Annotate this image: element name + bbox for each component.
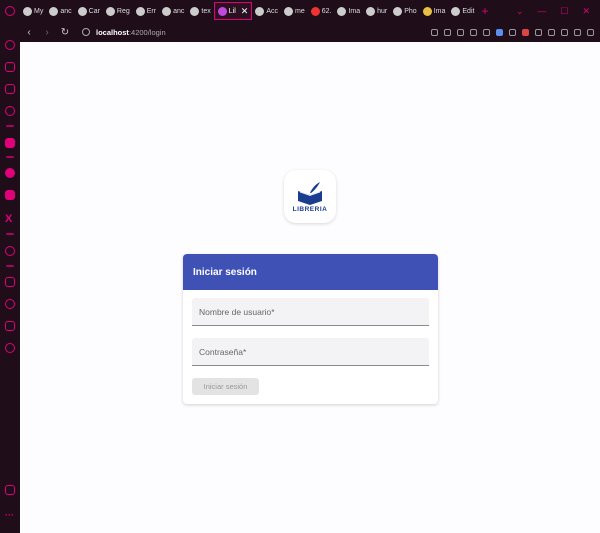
tab-15[interactable]: Ima	[420, 2, 449, 20]
download-icon[interactable]	[574, 28, 581, 36]
heart-icon[interactable]	[483, 28, 490, 36]
address-bar[interactable]: localhost:4200/login	[82, 28, 166, 37]
extension-icon[interactable]	[522, 28, 529, 36]
tinder-icon[interactable]	[5, 138, 15, 148]
url-path: :4200/login	[128, 27, 166, 37]
tab-1[interactable]: My	[20, 2, 46, 20]
tab-5[interactable]: Err	[133, 2, 159, 20]
site-icon	[337, 6, 347, 16]
github-icon	[162, 6, 172, 16]
site-icon	[310, 6, 320, 16]
tab-4[interactable]: Reg	[103, 2, 133, 20]
login-card: Iniciar sesión Iniciar sesión	[183, 254, 438, 404]
speed-dial-icon[interactable]	[5, 40, 15, 50]
maximize-icon[interactable]: ☐	[560, 6, 568, 17]
wallet-icon[interactable]	[5, 485, 15, 495]
browser-navigation-bar: ‹ › ↻ localhost:4200/login	[20, 22, 600, 42]
toolbar-icons	[431, 28, 600, 36]
site-icon	[283, 6, 293, 16]
tab-9[interactable]: Acc	[252, 2, 281, 20]
window-controls: ⌄ — ☐ ✕	[516, 6, 600, 17]
tab-13[interactable]: hur	[363, 2, 390, 20]
site-icon	[393, 6, 403, 16]
minimize-icon[interactable]: —	[537, 6, 546, 17]
instagram-icon[interactable]	[5, 190, 15, 200]
extension-icon[interactable]	[496, 28, 503, 36]
reload-button[interactable]: ↻	[56, 27, 74, 38]
play-icon[interactable]	[470, 28, 477, 36]
back-button[interactable]: ‹	[20, 27, 38, 38]
close-window-icon[interactable]: ✕	[582, 6, 590, 17]
page-viewport: LIBRERIA Iniciar sesión Iniciar sesión	[20, 42, 600, 533]
tab-11[interactable]: 62.	[308, 2, 335, 20]
twitch-icon[interactable]	[5, 84, 15, 94]
browser-menu-icon[interactable]	[0, 0, 20, 22]
separator	[6, 233, 14, 235]
tab-12[interactable]: Ima	[334, 2, 363, 20]
user-icon[interactable]	[548, 28, 555, 36]
x-twitter-icon[interactable]: X	[5, 214, 12, 225]
username-input[interactable]	[192, 298, 429, 325]
site-info-icon[interactable]	[82, 28, 90, 36]
more-icon[interactable]: ···	[5, 510, 14, 520]
tab-16[interactable]: Edit	[448, 2, 477, 20]
site-icon	[366, 6, 376, 16]
site-icon	[135, 6, 145, 16]
angular-icon	[217, 6, 227, 16]
new-tab-button[interactable]: +	[481, 4, 488, 18]
chat-icon[interactable]	[5, 277, 15, 287]
login-button[interactable]: Iniciar sesión	[192, 378, 259, 395]
close-tab-icon[interactable]: ✕	[241, 6, 249, 17]
tab-3[interactable]: Car	[75, 2, 103, 20]
tab-6[interactable]: anc	[159, 2, 187, 20]
site-icon	[451, 6, 461, 16]
clock-icon[interactable]	[5, 299, 15, 309]
cube-icon[interactable]	[561, 28, 568, 36]
globe-icon	[23, 6, 32, 16]
password-input[interactable]	[192, 338, 429, 365]
site-icon	[77, 6, 87, 16]
tab-2[interactable]: anc	[46, 2, 74, 20]
url-host: localhost	[96, 27, 129, 37]
forward-button[interactable]: ›	[38, 27, 56, 38]
tab-list-icon[interactable]: ⌄	[516, 6, 524, 17]
whatsapp-icon[interactable]	[5, 168, 15, 178]
username-field[interactable]	[192, 298, 429, 326]
browser-tab-bar: My anc Car Reg Err anc tex Lil ✕ Acc me 6…	[0, 0, 600, 22]
browser-sidebar: X ···	[0, 22, 20, 533]
shield-icon[interactable]	[457, 28, 464, 36]
bag-icon[interactable]	[5, 62, 15, 72]
box-icon[interactable]	[5, 321, 15, 331]
separator	[6, 265, 14, 267]
screenshot-icon[interactable]	[444, 28, 451, 36]
tab-10[interactable]: me	[281, 2, 308, 20]
settings-icon[interactable]	[5, 246, 15, 256]
tab-7[interactable]: tex	[187, 2, 213, 20]
tab-active[interactable]: Lil ✕	[213, 2, 253, 20]
grid-icon	[255, 6, 265, 16]
site-icon	[105, 6, 115, 16]
edit-icon[interactable]	[431, 28, 438, 36]
tab-14[interactable]: Pho	[390, 2, 419, 20]
site-icon	[190, 6, 200, 16]
login-title: Iniciar sesión	[183, 254, 438, 290]
separator	[6, 125, 14, 127]
messenger-icon[interactable]	[5, 106, 15, 116]
bug-icon[interactable]	[535, 28, 542, 36]
app-logo: LIBRERIA	[284, 170, 336, 223]
folder-icon	[422, 6, 432, 16]
menu-icon[interactable]	[587, 28, 594, 36]
book-quill-icon	[298, 181, 322, 205]
password-field[interactable]	[192, 338, 429, 366]
logo-text: LIBRERIA	[292, 205, 328, 213]
gear-icon[interactable]	[5, 343, 15, 353]
separator	[6, 156, 14, 158]
extension-icon[interactable]	[509, 28, 516, 36]
github-icon	[49, 6, 59, 16]
